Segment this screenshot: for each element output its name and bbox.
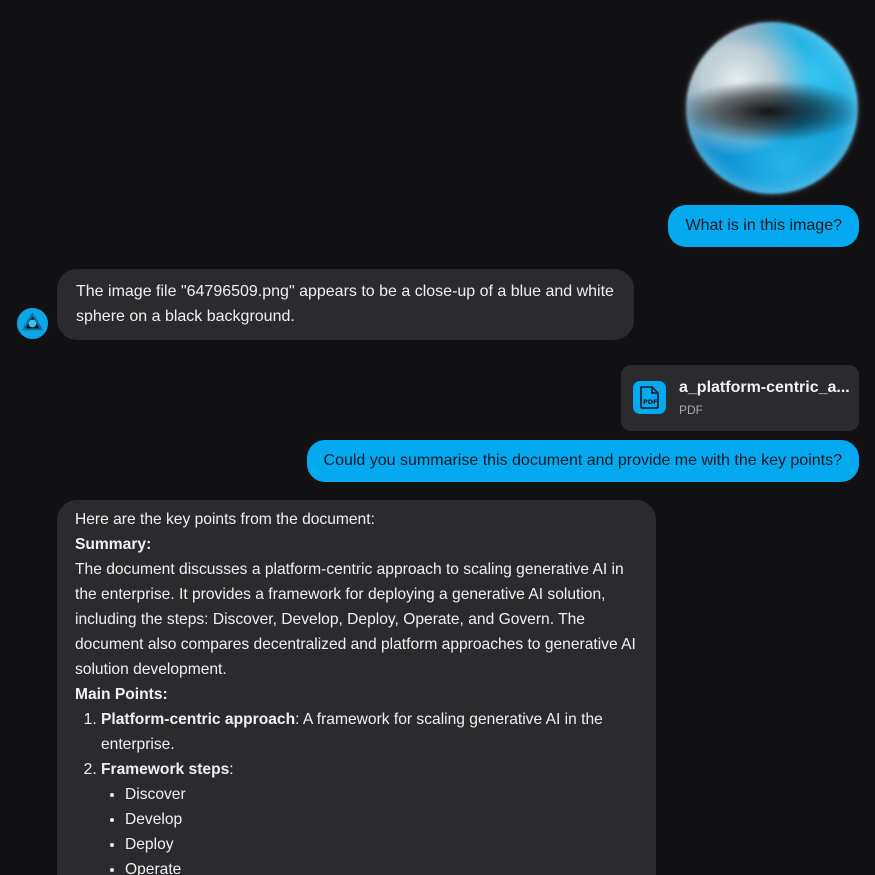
assistant-message-2: Here are the key points from the documen… — [57, 500, 656, 875]
main-points-heading: Main Points: — [75, 686, 168, 703]
point-text: : — [229, 761, 234, 778]
framework-steps-list: Discover Develop Deploy Operate — [101, 782, 638, 875]
main-point-item: Platform-centric approach: A framework f… — [101, 707, 638, 757]
chat-thread: What is in this image? The image file "6… — [0, 0, 875, 875]
summary-heading: Summary: — [75, 536, 152, 553]
user-uploaded-image[interactable] — [686, 22, 858, 194]
assistant-logo-icon — [16, 307, 49, 340]
pdf-file-icon: PDF — [633, 381, 666, 414]
main-point-item: Framework steps: Discover Develop Deploy… — [101, 757, 638, 875]
step-item: Develop — [125, 807, 638, 832]
attachment-filename: a_platform-centric_a... — [679, 379, 850, 396]
assistant-message-1: The image file "64796509.png" appears to… — [57, 269, 634, 340]
answer-intro: Here are the key points from the documen… — [75, 511, 375, 528]
summary-text: The document discusses a platform-centri… — [75, 561, 636, 678]
main-points-list: Platform-centric approach: A framework f… — [75, 707, 638, 875]
user-message-2: Could you summarise this document and pr… — [306, 440, 859, 482]
step-item: Deploy — [125, 832, 638, 857]
point-title: Platform-centric approach — [101, 711, 296, 728]
step-item: Discover — [125, 782, 638, 807]
attachment-type: PDF — [679, 403, 703, 417]
svg-text:PDF: PDF — [643, 398, 658, 406]
point-title: Framework steps — [101, 761, 230, 778]
step-item: Operate — [125, 857, 638, 875]
pdf-attachment[interactable]: PDF a_platform-centric_a... PDF — [621, 365, 859, 431]
user-message-1: What is in this image? — [668, 205, 859, 247]
